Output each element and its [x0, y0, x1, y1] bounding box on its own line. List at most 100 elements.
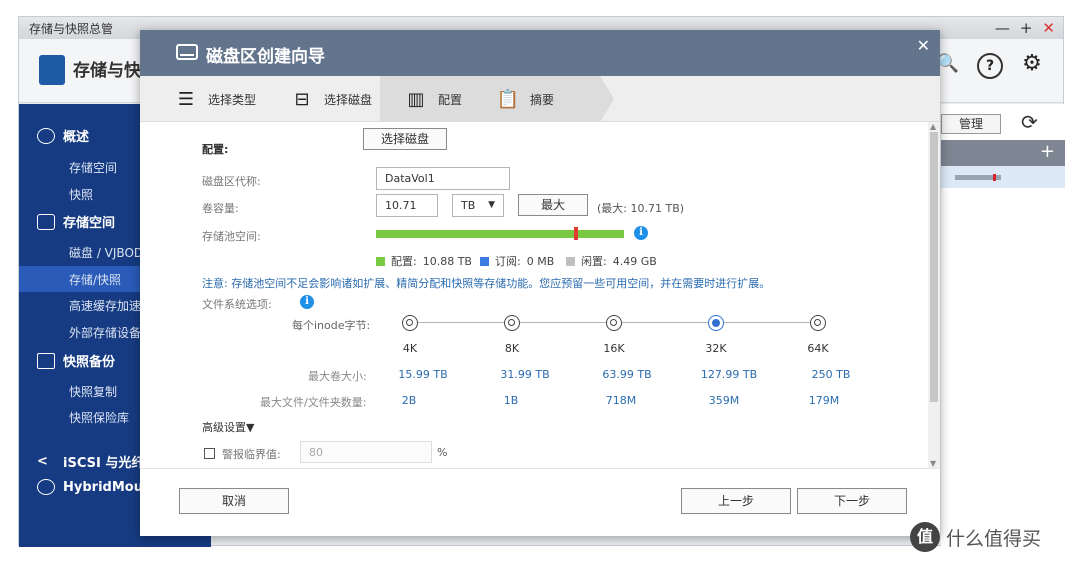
- list-icon: ☰: [177, 88, 195, 110]
- inode-radio-64k[interactable]: [810, 315, 826, 331]
- max-volume-value: 250 TB: [811, 368, 851, 381]
- window-title: 存储与快照总管: [29, 22, 114, 36]
- disk-icon: ⊟: [294, 88, 310, 110]
- max-files-value: 2B: [401, 394, 417, 407]
- max-files-value: 1B: [503, 394, 519, 407]
- step-select-disk: ⊟ 选择磁盘: [290, 76, 372, 122]
- sidebar-group-label: 快照备份: [63, 355, 116, 370]
- watermark: 值 什么值得买: [910, 522, 1041, 552]
- inode-label: 每个inode字节:: [292, 319, 371, 332]
- step-label: 摘要: [530, 92, 555, 107]
- sidebar-item-snapshot-replica[interactable]: 快照复制: [69, 383, 117, 400]
- sidebar-item-snapshot[interactable]: 快照: [69, 186, 93, 203]
- table-row[interactable]: [941, 166, 1065, 188]
- next-button[interactable]: 下一步: [797, 488, 907, 514]
- help-icon[interactable]: ?: [977, 53, 1003, 79]
- wizard-steps: ☰ 选择类型 ⊟ 选择磁盘 ▥ 配置 📋 摘要: [140, 76, 940, 122]
- alert-threshold-input[interactable]: 80: [300, 441, 432, 463]
- gear-icon[interactable]: ⚙: [1019, 53, 1045, 79]
- sidebar-item-external[interactable]: 外部存储设备: [69, 324, 141, 341]
- plus-icon[interactable]: +: [1040, 141, 1055, 162]
- step-label: 选择类型: [208, 92, 257, 107]
- scroll-down-icon[interactable]: ▼: [930, 459, 936, 468]
- volume-alias-label: 磁盘区代称:: [202, 175, 261, 188]
- cancel-button[interactable]: 取消: [179, 488, 289, 514]
- max-files-value: 359M: [708, 394, 740, 407]
- step-summary: 📋 摘要: [496, 76, 554, 122]
- refresh-icon[interactable]: ⟳: [1021, 110, 1038, 134]
- inode-option-label: 16K: [603, 342, 625, 355]
- legend-swatch: [480, 256, 489, 266]
- max-files-label: 最大文件/文件夹数量:: [260, 396, 367, 409]
- pool-usage-marker: [574, 227, 578, 240]
- config-section-label: 配置:: [202, 143, 229, 156]
- volume-alias-input[interactable]: DataVol1: [376, 167, 510, 190]
- cloud-icon: [37, 479, 55, 495]
- capacity-label: 卷容量:: [202, 202, 239, 215]
- max-files-value: 179M: [808, 394, 840, 407]
- dialog-header: 磁盘区创建向导 ✕: [140, 30, 940, 76]
- info-icon[interactable]: i: [634, 226, 648, 240]
- header-icons: 🔍 ? ⚙: [935, 53, 1045, 79]
- clipboard-icon: 📋: [496, 88, 520, 110]
- legend-value: 0 MB: [526, 254, 555, 268]
- legend-value: 10.88 TB: [422, 254, 472, 268]
- legend-swatch: [566, 256, 575, 266]
- dialog-scrollbar[interactable]: ▲ ▼: [928, 122, 940, 468]
- window-controls: — + ✕: [995, 19, 1055, 37]
- alert-threshold-checkbox[interactable]: [204, 448, 215, 459]
- share-icon: <: [37, 453, 48, 469]
- close-icon[interactable]: ✕: [917, 36, 930, 55]
- dialog-title: 磁盘区创建向导: [206, 47, 325, 67]
- capacity-unit-select[interactable]: TB ▼: [452, 194, 504, 217]
- sidebar-group-storage[interactable]: 存储空间: [37, 212, 115, 231]
- sidebar-group-snapshot-backup[interactable]: 快照备份: [37, 351, 115, 370]
- background-content: 管理 ⟳ +: [941, 104, 1065, 547]
- scroll-up-icon[interactable]: ▲: [930, 122, 936, 131]
- sidebar-item-storage-snapshot[interactable]: 存储/快照: [69, 271, 121, 288]
- step-label: 选择磁盘: [324, 92, 373, 107]
- info-icon[interactable]: i: [300, 295, 314, 309]
- sidebar-group-label: 存储空间: [63, 216, 116, 231]
- config-icon: ▥: [407, 88, 425, 110]
- inode-radio-32k[interactable]: [708, 315, 724, 331]
- step-select-type: ☰ 选择类型: [174, 76, 256, 122]
- inode-radio-4k[interactable]: [402, 315, 418, 331]
- database-icon: [37, 213, 55, 230]
- max-volume-value: 15.99 TB: [398, 368, 448, 381]
- legend-label: 配置:: [391, 255, 417, 268]
- pool-space-note: 注意: 存储池空间不足会影响诸如扩展、精简分配和快照等存储功能。您应预留一些可用…: [202, 277, 771, 290]
- inode-radio-8k[interactable]: [504, 315, 520, 331]
- sidebar-item-storage-space[interactable]: 存储空间: [69, 159, 117, 176]
- sidebar-item-snapshot-vault[interactable]: 快照保险库: [69, 409, 129, 426]
- inode-option-label: 32K: [705, 342, 727, 355]
- alert-threshold-label: 警报临界值:: [222, 448, 281, 461]
- sidebar-item-disks[interactable]: 磁盘 / VJBOD: [69, 244, 143, 261]
- maximize-icon[interactable]: +: [1020, 19, 1033, 37]
- select-disk-button[interactable]: 选择磁盘: [363, 128, 447, 150]
- legend-value: 4.49 GB: [612, 254, 657, 268]
- capacity-input[interactable]: 10.71: [376, 194, 438, 217]
- chevron-down-icon: ▼: [488, 200, 495, 210]
- table-header: +: [941, 140, 1065, 166]
- footer-divider: [140, 468, 940, 469]
- sidebar-item-cache[interactable]: 高速缓存加速: [69, 297, 141, 314]
- advanced-settings-toggle[interactable]: 高级设置▼: [202, 419, 254, 435]
- watermark-text: 什么值得买: [946, 527, 1042, 550]
- pool-legend-subscribed: 订阅: 0 MB: [480, 253, 554, 269]
- fs-options-label: 文件系统选项:: [202, 298, 272, 311]
- prev-button[interactable]: 上一步: [681, 488, 791, 514]
- inode-option-label: 4K: [402, 342, 418, 355]
- inode-radio-16k[interactable]: [606, 315, 622, 331]
- max-hint: (最大: 10.71 TB): [597, 202, 685, 215]
- selected-unit: TB: [461, 199, 476, 212]
- inode-option-label: 8K: [504, 342, 520, 355]
- scroll-thumb[interactable]: [930, 132, 938, 402]
- max-button[interactable]: 最大: [518, 194, 588, 216]
- sidebar-group-overview[interactable]: 概述: [37, 126, 89, 145]
- disk-drive-icon: [176, 44, 198, 60]
- manage-button[interactable]: 管理: [941, 114, 1001, 134]
- minimize-icon[interactable]: —: [995, 19, 1010, 37]
- close-window-icon[interactable]: ✕: [1042, 19, 1055, 37]
- screen: 存储与快照总管 — + ✕ 存储与快照 🔍 ? ⚙ 概述 存储空间 快照 存储空…: [0, 0, 1080, 564]
